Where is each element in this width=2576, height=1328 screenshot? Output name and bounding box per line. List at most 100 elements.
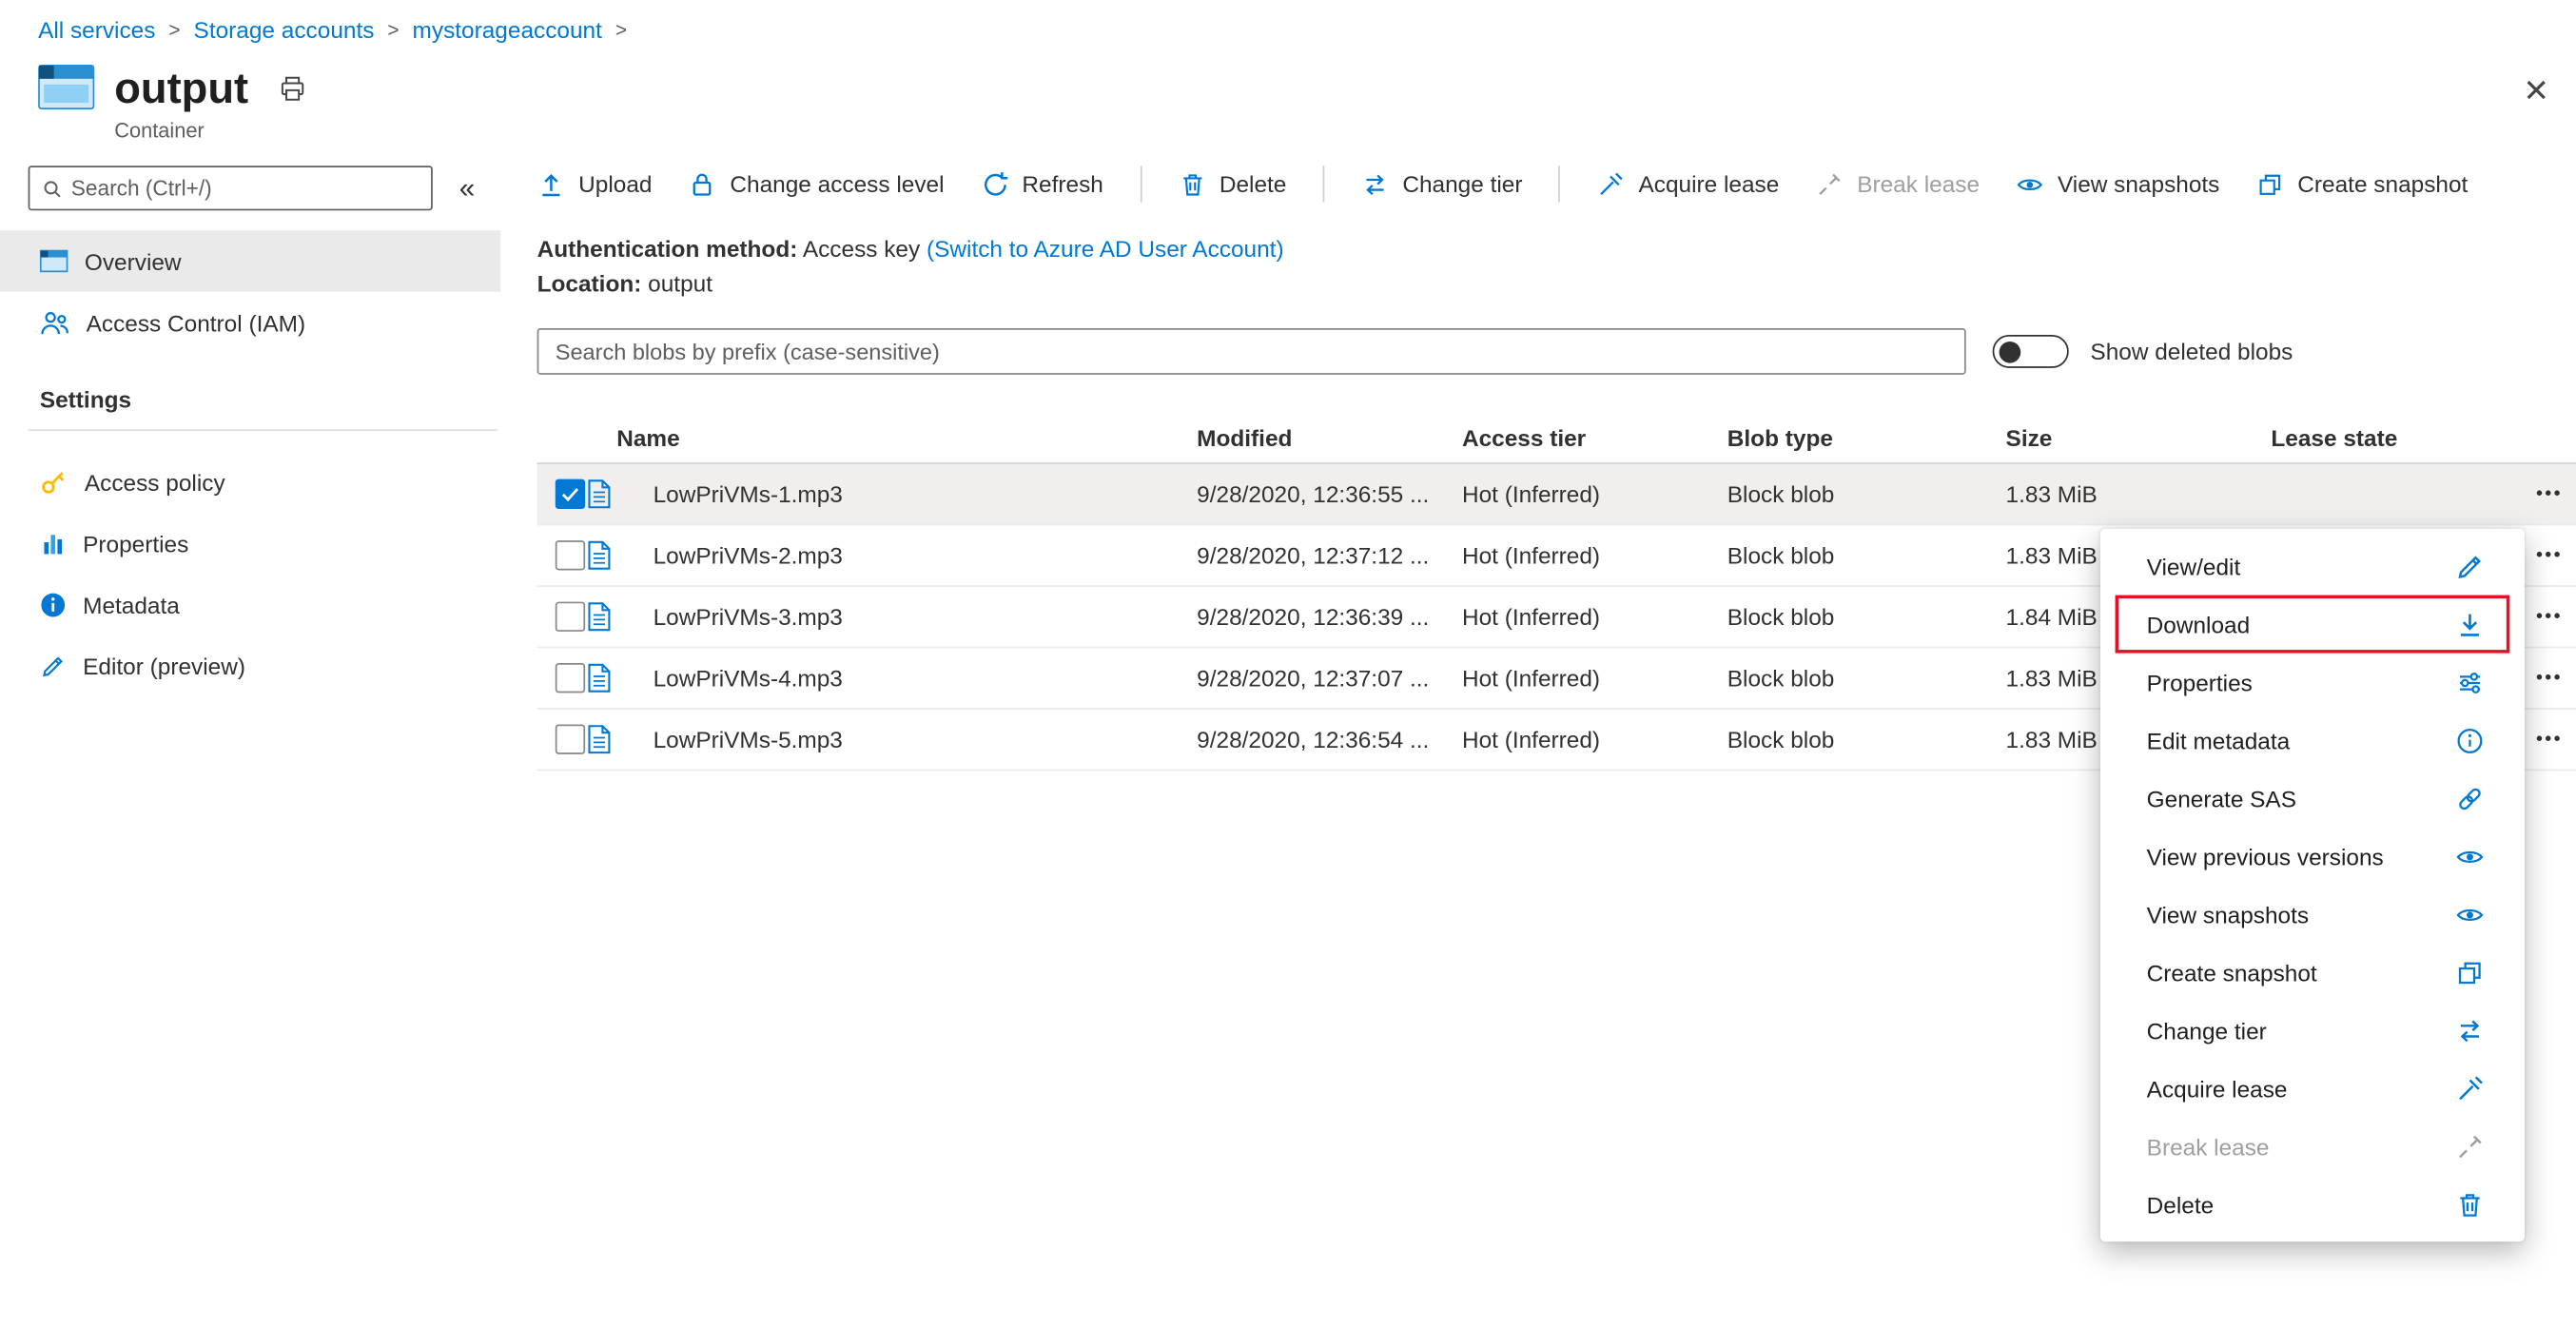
close-button[interactable]: ✕ [2523, 76, 2549, 107]
row-menu-button[interactable]: ••• [2509, 484, 2576, 504]
file-icon [588, 663, 611, 693]
collapse-sidebar-icon[interactable]: « [459, 171, 476, 205]
snapshot-icon [2458, 961, 2481, 984]
column-header-modified[interactable]: Modified [1197, 423, 1462, 450]
blob-name[interactable]: LowPriVMs-3.mp3 [634, 603, 1197, 630]
blob-modified: 9/28/2020, 12:37:12 ... [1197, 541, 1430, 569]
sidebar-search-input[interactable] [70, 175, 420, 201]
menu-item-break-lease[interactable]: Break lease [2100, 1118, 2525, 1176]
sidebar: « Overview [0, 152, 501, 771]
sidebar-settings-header: Settings [39, 386, 132, 413]
column-header-lease-state[interactable]: Lease state [2254, 423, 2509, 450]
toolbar-divider [1558, 166, 1561, 203]
menu-item-view-edit[interactable]: View/edit [2100, 537, 2525, 596]
menu-item-edit-metadata[interactable]: Edit metadata [2100, 712, 2525, 770]
column-header-blob-type[interactable]: Blob type [1727, 423, 2006, 450]
table-header: Name Modified Access tier Blob type Size… [537, 411, 2576, 464]
change-access-level-button[interactable]: Change access level [689, 170, 945, 199]
blob-name[interactable]: LowPriVMs-4.mp3 [634, 665, 1197, 692]
row-checkbox[interactable] [555, 540, 586, 571]
breadcrumb-storage-accounts[interactable]: Storage accounts [194, 16, 375, 43]
sidebar-item-access-control-iam[interactable]: Access Control (IAM) [0, 292, 500, 353]
sidebar-item-access-policy[interactable]: Access policy [0, 451, 500, 512]
breadcrumb-separator: > [387, 18, 400, 42]
menu-item-change-tier[interactable]: Change tier [2100, 1002, 2525, 1060]
show-deleted-blobs-toggle[interactable] [1992, 335, 2069, 368]
file-icon [588, 602, 611, 632]
menu-item-view-snapshots[interactable]: View snapshots [2100, 886, 2525, 944]
menu-item-acquire-lease[interactable]: Acquire lease [2100, 1060, 2525, 1118]
info-filled-icon [41, 592, 66, 616]
upload-icon [542, 173, 560, 196]
location-line: Location: output [537, 267, 2576, 303]
column-header-access-tier[interactable]: Access tier [1462, 423, 1727, 450]
blob-modified: 9/28/2020, 12:36:55 ... [1197, 480, 1430, 508]
sidebar-item-label: Access Control (IAM) [86, 308, 306, 336]
page-subtitle: Container [114, 119, 205, 143]
sidebar-item-overview[interactable]: Overview [0, 230, 501, 292]
row-checkbox[interactable] [555, 601, 586, 632]
link-icon [2459, 787, 2481, 810]
toggle-knob [1999, 341, 2021, 362]
change-tier-button[interactable]: Change tier [1361, 170, 1522, 199]
overview-icon [39, 249, 68, 273]
page-title: output [114, 63, 249, 113]
page-header: output Container [0, 43, 2576, 143]
trash-icon [1182, 173, 1201, 195]
row-checkbox[interactable] [555, 724, 586, 754]
sidebar-item-properties[interactable]: Properties [0, 512, 500, 573]
sliders-icon [2460, 672, 2480, 693]
blob-name[interactable]: LowPriVMs-2.mp3 [634, 542, 1197, 569]
row-checkbox[interactable] [555, 478, 586, 509]
column-header-size[interactable]: Size [2006, 423, 2254, 450]
menu-item-properties[interactable]: Properties [2100, 654, 2525, 712]
refresh-button[interactable]: Refresh [981, 170, 1103, 199]
blob-type: Block blob [1727, 726, 1835, 753]
switch-auth-link[interactable]: (Switch to Azure AD User Account) [927, 235, 1284, 262]
azure-portal-container-blade: All services > Storage accounts > mystor… [0, 0, 2576, 1328]
blob-name[interactable]: LowPriVMs-1.mp3 [634, 480, 1197, 507]
sidebar-search[interactable] [28, 166, 433, 211]
delete-button[interactable]: Delete [1178, 170, 1286, 199]
sidebar-item-editor-preview[interactable]: Editor (preview) [0, 635, 500, 695]
checkmark-icon [561, 488, 579, 502]
acquire-lease-button[interactable]: Acquire lease [1597, 170, 1779, 199]
break-lease-icon [1819, 172, 1841, 195]
sidebar-item-label: Overview [84, 247, 182, 275]
break-lease-button[interactable]: Break lease [1816, 170, 1980, 199]
sidebar-item-metadata[interactable]: Metadata [0, 574, 500, 635]
breadcrumb-separator: > [615, 18, 628, 42]
snapshot-icon [2259, 173, 2281, 195]
blob-modified: 9/28/2020, 12:36:54 ... [1197, 726, 1430, 753]
info-block: Authentication method: Access key (Switc… [537, 232, 2576, 302]
menu-item-view-previous-versions[interactable]: View previous versions [2100, 828, 2525, 886]
menu-item-delete[interactable]: Delete [2100, 1176, 2525, 1234]
row-checkbox[interactable] [555, 663, 586, 693]
create-snapshot-button[interactable]: Create snapshot [2256, 170, 2468, 199]
bar-columns-icon [44, 534, 63, 554]
toolbar-divider [1322, 166, 1325, 203]
key-icon [42, 472, 65, 494]
blob-type: Block blob [1727, 603, 1835, 631]
change-tier-icon [2460, 1019, 2480, 1042]
table-row[interactable]: LowPriVMs-1.mp3 9/28/2020, 12:36:55 ... … [537, 463, 2576, 526]
sidebar-item-label: Metadata [83, 591, 180, 618]
blob-name[interactable]: LowPriVMs-5.mp3 [634, 726, 1197, 752]
breadcrumb-mystorageaccount[interactable]: mystorageaccount [413, 16, 602, 43]
menu-item-download[interactable]: Download [2115, 595, 2510, 654]
refresh-icon [984, 171, 1007, 195]
pencil-icon [2458, 555, 2481, 578]
filter-row: Show deleted blobs [537, 328, 2576, 375]
divider [28, 429, 498, 432]
location-label: Location: [537, 270, 642, 297]
blob-prefix-search-input[interactable] [537, 328, 1966, 375]
trash-icon [2460, 1193, 2480, 1216]
menu-item-create-snapshot[interactable]: Create snapshot [2100, 944, 2525, 1002]
pin-print-icon[interactable] [278, 74, 306, 103]
menu-item-generate-sas[interactable]: Generate SAS [2100, 770, 2525, 828]
acquire-lease-icon [1601, 171, 1624, 195]
breadcrumb-all-services[interactable]: All services [38, 16, 155, 43]
upload-button[interactable]: Upload [537, 170, 652, 199]
column-header-name[interactable]: Name [587, 423, 1197, 450]
view-snapshots-button[interactable]: View snapshots [2016, 170, 2219, 199]
